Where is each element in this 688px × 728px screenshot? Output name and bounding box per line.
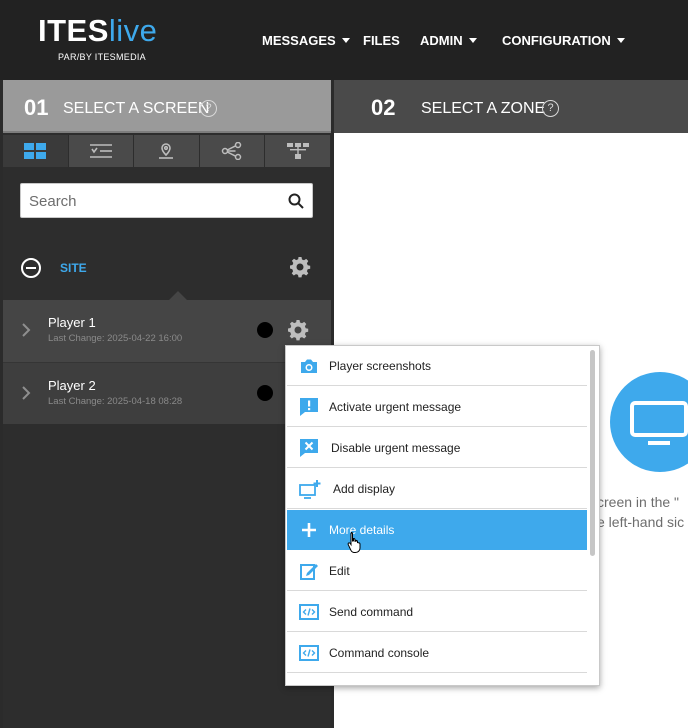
nav-messages[interactable]: MESSAGES bbox=[262, 33, 350, 48]
iteslive-logo[interactable]: ITESlive PAR/BY ITESMEDIA bbox=[38, 14, 157, 63]
player-name: Player 2 bbox=[48, 378, 96, 393]
player-context-menu: Player screenshots Activate urgent messa… bbox=[285, 345, 600, 686]
screen-selection-panel: 01 SELECT A SCREEN ? Search SITE Player … bbox=[3, 80, 331, 728]
step-number: 01 bbox=[24, 95, 49, 120]
nav-configuration[interactable]: CONFIGURATION bbox=[502, 33, 625, 48]
menu-item-label: Edit bbox=[329, 564, 350, 578]
tab-filter-list[interactable] bbox=[69, 135, 135, 167]
status-dot bbox=[257, 385, 273, 401]
player-last-change: Last Change: 2025-04-18 08:28 bbox=[48, 396, 183, 407]
screen-placeholder bbox=[610, 372, 688, 472]
caret-down-icon bbox=[616, 38, 625, 43]
search-icon[interactable] bbox=[288, 193, 304, 209]
search-input[interactable] bbox=[29, 190, 279, 212]
chevron-right-icon[interactable] bbox=[21, 385, 31, 401]
logo-tagline: PAR/BY ITESMEDIA bbox=[58, 52, 146, 62]
menu-item-label: Add display bbox=[333, 482, 396, 496]
hint-text-line1: creen in the " bbox=[597, 494, 680, 510]
share-icon bbox=[221, 142, 242, 160]
tab-share[interactable] bbox=[200, 135, 266, 167]
urgent-message-icon bbox=[300, 398, 318, 416]
logo-text: ITESlive bbox=[38, 14, 157, 48]
menu-item-label: Disable urgent message bbox=[331, 441, 461, 455]
menu-item-label: Send command bbox=[329, 605, 414, 619]
nav-messages-label: MESSAGES bbox=[262, 33, 336, 48]
tab-grid-view[interactable] bbox=[3, 135, 69, 167]
caret-down-icon bbox=[468, 38, 477, 43]
code-icon bbox=[299, 604, 319, 620]
logo-text-live: live bbox=[108, 13, 158, 48]
nav-configuration-label: CONFIGURATION bbox=[502, 33, 611, 48]
selection-pointer bbox=[169, 291, 187, 300]
top-bar: ITESlive PAR/BY ITESMEDIA MESSAGES FILES… bbox=[0, 0, 688, 80]
nav-admin[interactable]: ADMIN bbox=[420, 33, 477, 48]
step-title: SELECT A ZONE bbox=[421, 100, 546, 117]
help-icon[interactable]: ? bbox=[542, 100, 559, 117]
console-icon bbox=[299, 645, 319, 661]
status-dot bbox=[257, 322, 273, 338]
step-02-header: 02 SELECT A ZONE ? bbox=[334, 80, 688, 133]
logo-text-ites: ITES bbox=[38, 13, 109, 48]
disable-message-icon bbox=[300, 439, 318, 457]
player-row[interactable]: Player 2 Last Change: 2025-04-18 08:28 bbox=[3, 362, 331, 424]
grid-view-icon bbox=[24, 143, 47, 159]
menu-item-activate-urgent-message[interactable]: Activate urgent message bbox=[287, 387, 587, 427]
map-pin-icon bbox=[159, 143, 174, 159]
collapse-icon[interactable] bbox=[20, 257, 42, 279]
menu-item-send-command[interactable]: Send command bbox=[287, 592, 587, 632]
player-row[interactable]: Player 1 Last Change: 2025-04-22 16:00 bbox=[3, 300, 331, 362]
search-box bbox=[20, 183, 313, 218]
tab-map[interactable] bbox=[134, 135, 200, 167]
menu-item-label: Player screenshots bbox=[329, 359, 432, 373]
menu-item-edit[interactable]: Edit bbox=[287, 551, 587, 591]
add-display-icon bbox=[299, 480, 321, 499]
step-title: SELECT A SCREEN bbox=[63, 100, 210, 117]
site-row: SITE bbox=[3, 250, 331, 286]
filter-list-icon bbox=[89, 144, 112, 158]
view-tabs bbox=[3, 135, 331, 167]
caret-down-icon bbox=[341, 38, 350, 43]
nav-admin-label: ADMIN bbox=[420, 33, 463, 48]
chevron-right-icon[interactable] bbox=[21, 322, 31, 338]
nav-files-label: FILES bbox=[363, 33, 400, 48]
player-last-change: Last Change: 2025-04-22 16:00 bbox=[48, 333, 183, 344]
menu-item-player-screenshots[interactable]: Player screenshots bbox=[287, 346, 587, 386]
menu-item-add-display[interactable]: Add display bbox=[287, 469, 587, 509]
step-number: 02 bbox=[371, 95, 396, 120]
hint-text-line2: e left-hand sic bbox=[597, 514, 685, 530]
menu-item-disable-urgent-message[interactable]: Disable urgent message bbox=[287, 428, 587, 468]
nav-files[interactable]: FILES bbox=[363, 33, 400, 48]
tab-hierarchy[interactable] bbox=[265, 135, 331, 167]
hand-cursor-icon bbox=[347, 532, 361, 553]
edit-icon bbox=[300, 564, 318, 580]
menu-item-label: Activate urgent message bbox=[329, 400, 462, 414]
hierarchy-icon bbox=[286, 143, 309, 159]
plus-icon bbox=[302, 523, 316, 537]
menu-item-label: Command console bbox=[329, 646, 430, 660]
player-name: Player 1 bbox=[48, 315, 96, 330]
gear-icon[interactable] bbox=[289, 256, 311, 278]
menu-item-command-console[interactable]: Command console bbox=[287, 633, 587, 673]
camera-icon bbox=[301, 359, 317, 373]
gear-icon[interactable] bbox=[287, 319, 309, 341]
menu-item-more-details[interactable]: More details bbox=[287, 510, 587, 550]
step-01-header: 01 SELECT A SCREEN ? bbox=[3, 80, 331, 133]
help-icon[interactable]: ? bbox=[200, 100, 217, 117]
site-label[interactable]: SITE bbox=[60, 261, 87, 275]
menu-scrollbar[interactable] bbox=[590, 350, 595, 556]
monitor-icon bbox=[630, 401, 688, 445]
